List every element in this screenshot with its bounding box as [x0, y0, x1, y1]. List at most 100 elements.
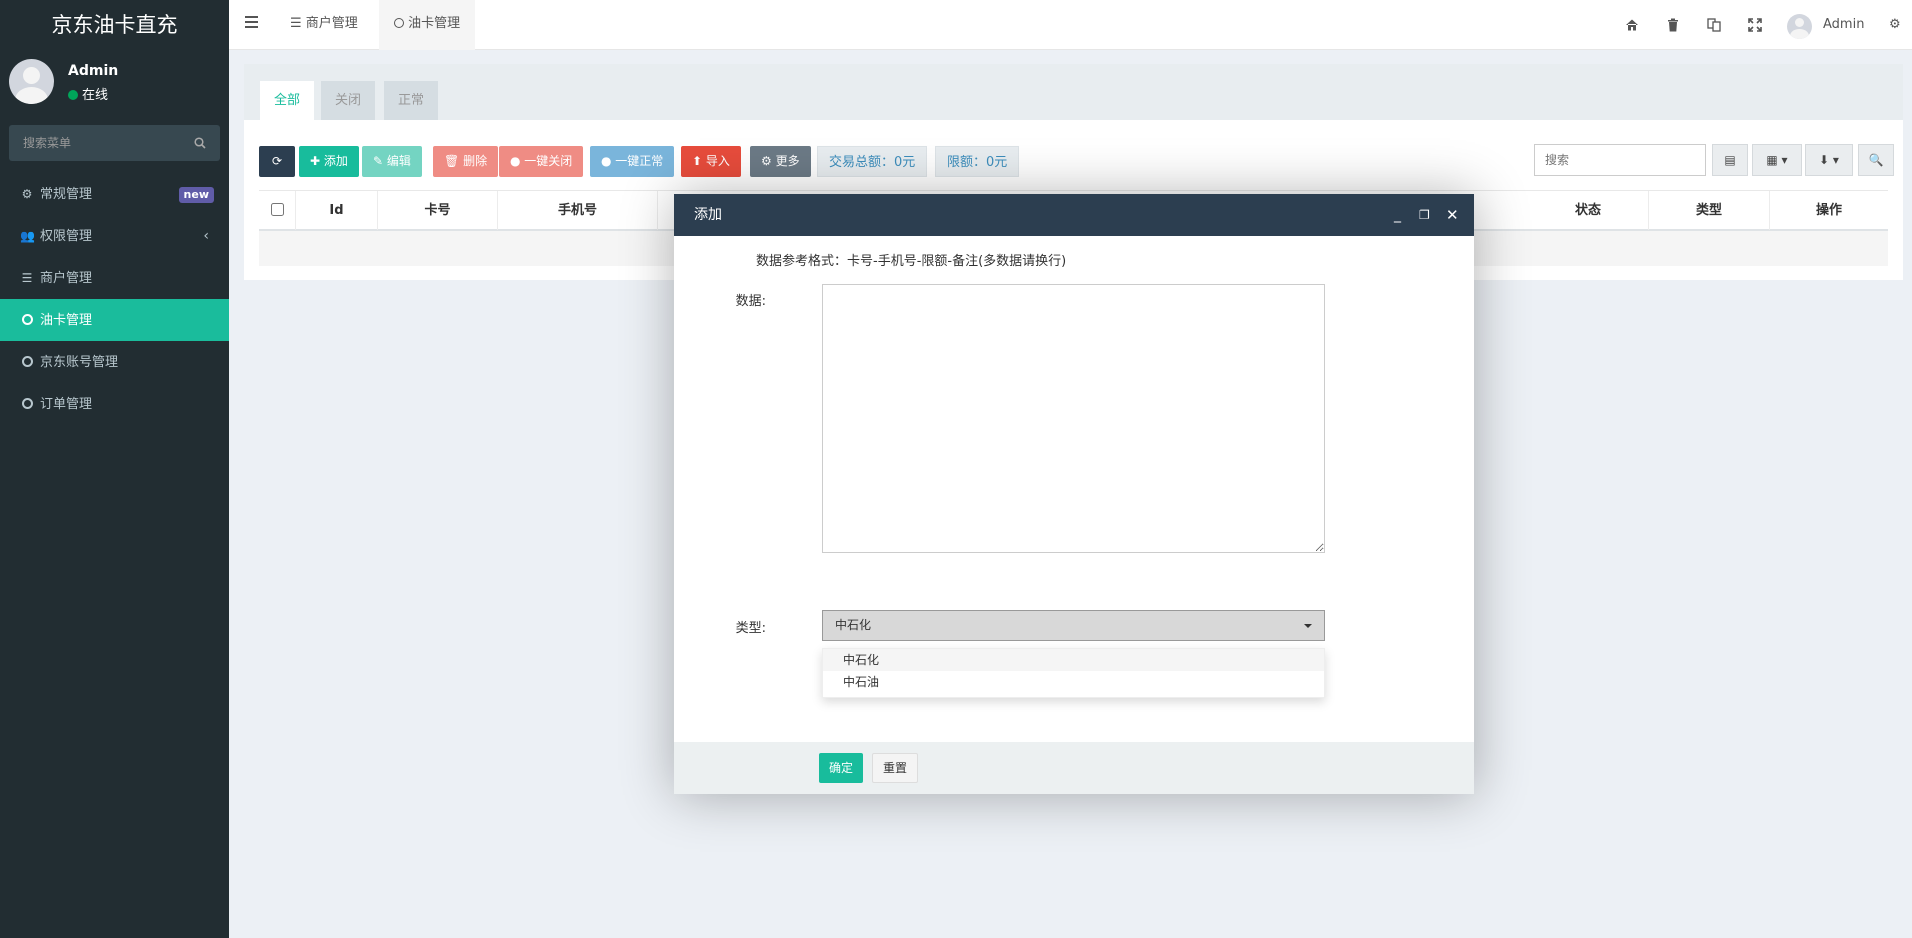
advanced-search-button[interactable]: 🔍	[1858, 144, 1894, 176]
select-all-checkbox[interactable]	[270, 203, 284, 216]
modal-title: 添加	[694, 207, 722, 223]
toggle-view-button[interactable]: ▤	[1712, 144, 1748, 176]
delete-button[interactable]: 🗑 删除	[433, 146, 499, 177]
search-icon: 🔍	[1868, 153, 1884, 167]
sidebar-item-permissions[interactable]: 👥 权限管理 ‹	[0, 215, 229, 257]
list-view-icon: ▤	[1724, 153, 1736, 167]
search-icon[interactable]	[194, 137, 206, 149]
group-icon: 👥	[20, 229, 35, 243]
column-header[interactable]: 手机号	[498, 191, 658, 230]
home-icon[interactable]	[1625, 18, 1639, 32]
upload-icon: ⬆	[692, 154, 706, 168]
list-icon: ☰	[290, 16, 306, 31]
import-label: 导入	[705, 154, 730, 168]
cogs-icon: ⚙	[21, 187, 33, 201]
pencil-icon: ✎	[373, 154, 387, 168]
column-header[interactable]: Id	[296, 191, 378, 230]
tab-normal[interactable]: 正常	[384, 81, 439, 120]
minimize-icon[interactable]: _	[1394, 194, 1401, 236]
data-textarea[interactable]	[822, 284, 1325, 553]
modal-header: 添加 _ ❐ ✕	[674, 194, 1474, 236]
trash-icon[interactable]	[1667, 18, 1679, 32]
modal-footer: 确定 重置	[674, 742, 1474, 794]
columns-button[interactable]: ▦ ▾	[1752, 144, 1802, 176]
circle-icon	[20, 341, 34, 383]
close-all-button[interactable]: ● 一键关闭	[499, 146, 584, 177]
sidebar-item-jd-accounts[interactable]: 京东账号管理	[0, 341, 229, 383]
panel-tabs: 全部 关闭 正常	[244, 64, 1903, 120]
maximize-icon[interactable]: ❐	[1419, 194, 1430, 236]
add-button[interactable]: ✚ 添加	[299, 146, 359, 177]
avatar	[9, 59, 54, 104]
tab-label: 油卡管理	[408, 16, 461, 31]
export-button[interactable]: ⬇ ▾	[1805, 144, 1853, 176]
table-search	[1534, 144, 1706, 176]
refresh-button[interactable]: ⟳	[259, 146, 295, 177]
more-label: 更多	[775, 154, 800, 168]
import-button[interactable]: ⬆ 导入	[681, 146, 741, 177]
more-button[interactable]: ⚙ 更多	[750, 146, 811, 177]
top-user-name[interactable]: Admin	[1823, 0, 1864, 50]
confirm-button[interactable]: 确定	[819, 753, 864, 783]
top-navbar: ☰ 商户管理 油卡管理 Admin ⚙	[229, 0, 1912, 50]
sidebar: 京东油卡直充 Admin 在线 ⚙常规管理 new 👥权限管理 ‹ ☰商户管理 …	[0, 0, 229, 938]
circle-icon: ●	[510, 154, 525, 168]
type-label: 类型:	[735, 621, 766, 636]
close-icon[interactable]: ✕	[1446, 194, 1459, 236]
translate-icon[interactable]	[1707, 18, 1721, 32]
gears-icon[interactable]: ⚙	[1889, 0, 1901, 50]
gear-icon: ⚙	[761, 154, 776, 168]
refresh-icon: ⟳	[271, 154, 283, 168]
hamburger-menu-icon[interactable]	[245, 16, 258, 31]
type-select[interactable]: 中石化	[822, 610, 1325, 641]
fullscreen-icon[interactable]	[1748, 18, 1762, 32]
circle-icon: ●	[601, 154, 616, 168]
sidebar-search-input[interactable]	[9, 125, 220, 161]
tab-label: 商户管理	[305, 16, 358, 31]
user-status-label: 在线	[82, 88, 109, 103]
user-name: Admin	[68, 63, 119, 79]
trash-icon: 🗑	[444, 154, 464, 168]
circle-icon	[394, 16, 408, 31]
columns-icon: ▦ ▾	[1766, 153, 1788, 167]
brand-logo[interactable]: 京东油卡直充	[0, 0, 229, 50]
reset-button[interactable]: 重置	[872, 753, 919, 783]
sidebar-item-label: 商户管理	[40, 271, 93, 286]
modal-body: 数据参考格式：卡号-手机号-限额-备注(多数据请换行) 数据: 类型: 中石化 …	[674, 236, 1474, 736]
tab-closed[interactable]: 关闭	[321, 81, 376, 120]
column-header[interactable]: 操作	[1770, 191, 1888, 230]
sidebar-item-label: 油卡管理	[40, 313, 93, 328]
tab-all[interactable]: 全部	[260, 81, 315, 120]
type-option[interactable]: 中石油	[823, 671, 1324, 693]
top-avatar[interactable]	[1787, 14, 1812, 39]
add-modal: 添加 _ ❐ ✕ 数据参考格式：卡号-手机号-限额-备注(多数据请换行) 数据:…	[674, 194, 1474, 794]
user-status: 在线	[68, 84, 108, 103]
total-trade-amount: 交易总额：0元	[817, 146, 928, 177]
close-all-label: 一键关闭	[524, 154, 573, 168]
sidebar-item-merchants[interactable]: ☰ 商户管理	[0, 257, 229, 299]
data-label: 数据:	[735, 294, 766, 309]
type-dropdown: 中石化 中石油	[822, 648, 1325, 698]
tab-fuel-cards[interactable]: 油卡管理	[379, 0, 476, 50]
sidebar-item-general[interactable]: ⚙ 常规管理 new	[0, 173, 229, 215]
sidebar-search	[9, 125, 220, 161]
sidebar-item-label: 订单管理	[40, 397, 93, 412]
column-header[interactable]: 状态	[1528, 191, 1649, 230]
sidebar-item-orders[interactable]: 订单管理	[0, 383, 229, 425]
sidebar-item-fuel-cards[interactable]: 油卡管理	[0, 299, 229, 341]
user-panel: Admin 在线	[0, 50, 229, 118]
edit-label: 编辑	[386, 154, 411, 168]
edit-button[interactable]: ✎ 编辑	[362, 146, 422, 177]
type-option[interactable]: 中石化	[823, 649, 1324, 671]
export-icon: ⬇ ▾	[1819, 153, 1839, 167]
delete-label: 删除	[463, 154, 488, 168]
table-search-input[interactable]	[1535, 145, 1705, 175]
normal-all-button[interactable]: ● 一键正常	[590, 146, 675, 177]
normal-all-label: 一键正常	[615, 154, 664, 168]
tab-merchants[interactable]: ☰ 商户管理	[275, 0, 373, 50]
chevron-left-icon: ‹	[203, 228, 209, 244]
online-dot-icon	[68, 90, 78, 100]
column-header[interactable]: 类型	[1649, 191, 1770, 230]
plus-icon: ✚	[310, 154, 324, 168]
column-header[interactable]: 卡号	[378, 191, 498, 230]
